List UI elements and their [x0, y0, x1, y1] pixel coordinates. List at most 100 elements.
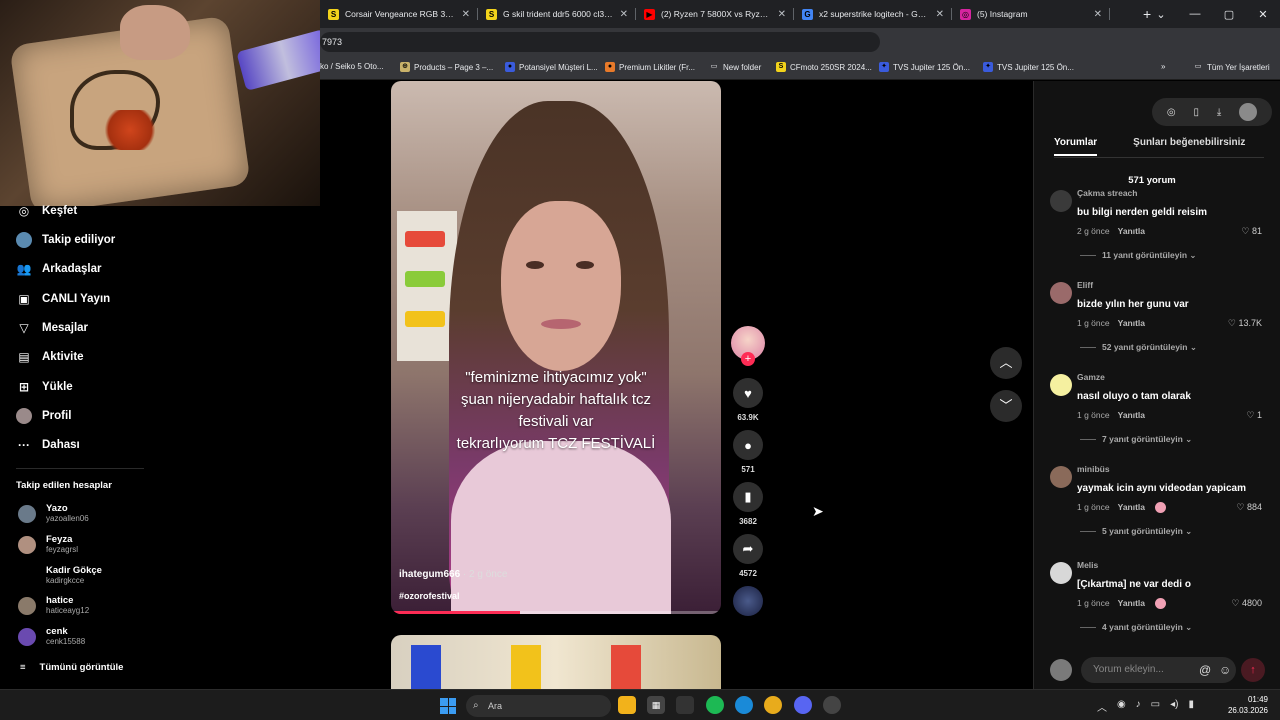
sidebar-item[interactable]: Takip ediliyor [16, 232, 115, 248]
commenter-name[interactable]: Melis [1077, 560, 1098, 570]
commenter-avatar[interactable] [1050, 282, 1072, 304]
phone-icon[interactable]: ▯ [1193, 107, 1199, 118]
video-hashtag[interactable]: #ozorofestival [399, 591, 460, 601]
previous-video-button[interactable]: ︿ [990, 347, 1022, 379]
share-action[interactable]: ➦ 4572 [733, 534, 763, 578]
download-icon[interactable]: ⤓ [1217, 107, 1221, 118]
close-window-button[interactable]: ✕ [1246, 8, 1280, 21]
commenter-name[interactable]: Çakma streach [1077, 188, 1137, 198]
close-tab-icon[interactable]: ✕ [936, 9, 944, 20]
bookmark-item[interactable]: ▭ Tüm Yer İşaretleri [1193, 62, 1270, 72]
discord-icon[interactable] [794, 696, 812, 714]
sidebar-item[interactable]: ▽ Mesajlar [16, 320, 88, 336]
taskbar-search[interactable]: ⌕ Ara [466, 695, 611, 717]
microphone-icon[interactable]: ♪ [1136, 699, 1141, 714]
compass-icon[interactable]: ◎ [1167, 107, 1176, 118]
reply-button[interactable]: Yanıtla [1118, 226, 1145, 236]
bookmark-item[interactable]: ● Potansiyel Müşteri L... [505, 62, 598, 72]
volume-icon[interactable]: ◂) [1170, 699, 1178, 714]
comment-like-button[interactable]: ♡ 1 [1246, 410, 1262, 421]
video-player[interactable]: "feminizme ihtiyacımız yok" şuan nijeryad… [391, 81, 721, 614]
sidebar-item[interactable]: ▤ Aktivite [16, 349, 83, 365]
sidebar-item[interactable]: 👥 Arkadaşlar [16, 261, 102, 277]
followed-account[interactable]: hatice haticeayg12 [18, 595, 89, 616]
commenter-avatar[interactable] [1050, 466, 1072, 488]
browser-tab[interactable]: ◎ (5) Instagram ✕ [952, 0, 1110, 28]
commenter-name[interactable]: Eliff [1077, 280, 1093, 290]
see-all-button[interactable]: ≡ Tümünü görüntüle [20, 662, 123, 673]
mention-icon[interactable]: @ [1199, 657, 1211, 683]
comment-action[interactable]: ● 571 [733, 430, 763, 474]
music-disc-icon[interactable] [733, 586, 763, 616]
close-tab-icon[interactable]: ✕ [462, 9, 470, 20]
comment-like-button[interactable]: ♡ 13.7K [1228, 318, 1262, 329]
commenter-name[interactable]: Gamze [1077, 372, 1105, 382]
save-action[interactable]: ▮ 3682 [733, 482, 763, 526]
tab-search-icon[interactable]: ⌄ [1144, 8, 1178, 21]
file-explorer-icon[interactable] [618, 696, 636, 714]
sidebar-item[interactable]: Profil [16, 408, 71, 424]
clock[interactable]: 01:49 26.03.2026 [1228, 694, 1268, 716]
bookmark-item[interactable]: ● Premium Likitler (Fr... [605, 62, 695, 72]
close-tab-icon[interactable]: ✕ [778, 9, 786, 20]
reply-button[interactable]: Yanıtla [1118, 598, 1145, 608]
comment-like-button[interactable]: ♡ 4800 [1231, 598, 1262, 609]
user-avatar[interactable] [1239, 103, 1258, 121]
comment-input[interactable]: Yorum ekleyin... @ ☺ [1081, 657, 1236, 683]
browser-tab[interactable]: S G skil trident ddr5 6000 cl30 s ✕ [478, 0, 636, 28]
view-replies-button[interactable]: 4 yanıt görüntüleyin ⌄ [1080, 622, 1192, 633]
bookmark-item[interactable]: ✦ TVS Jupiter 125 Ön... [983, 62, 1074, 72]
close-tab-icon[interactable]: ✕ [620, 9, 628, 20]
view-replies-button[interactable]: 52 yanıt görüntüleyin ⌄ [1080, 342, 1197, 353]
followed-account[interactable]: Feyza feyzagrsl [18, 534, 78, 555]
tab-comments[interactable]: Yorumlar [1054, 137, 1098, 156]
followed-account[interactable]: cenk cenk15588 [18, 626, 85, 647]
maximize-button[interactable]: ▢ [1212, 8, 1246, 21]
tab-you-may-like[interactable]: Şunları beğenebilirsiniz [1133, 137, 1245, 156]
sidebar-item[interactable]: ⊞ Yükle [16, 379, 73, 395]
commenter-name[interactable]: minibüs [1077, 464, 1110, 474]
browser-tab[interactable]: ▶ (2) Ryzen 7 5800X vs Ryzen 7 5 ✕ [636, 0, 794, 28]
video-progress-bar[interactable] [391, 611, 721, 614]
next-video-preview[interactable] [391, 635, 721, 695]
bookmark-item[interactable]: ✦ TVS Jupiter 125 Ön... [879, 62, 970, 72]
spotify-icon[interactable] [706, 696, 724, 714]
app-tray-icon[interactable]: ◉ [1117, 699, 1126, 714]
comment-like-button[interactable]: ♡ 884 [1236, 502, 1262, 513]
view-replies-button[interactable]: 5 yanıt görüntüleyin ⌄ [1080, 526, 1192, 537]
reply-button[interactable]: Yanıtla [1118, 318, 1145, 328]
send-button[interactable]: ↑ [1241, 658, 1265, 682]
next-video-button[interactable]: ﹀ [990, 390, 1022, 422]
store-icon[interactable]: ▦ [647, 696, 665, 714]
windows-start-icon[interactable] [440, 698, 456, 714]
sidebar-item[interactable]: ▣ CANLI Yayın [16, 291, 110, 307]
bookmark-item[interactable]: S CFmoto 250SR 2024... [776, 62, 872, 72]
bookmark-item[interactable]: ⊕ Products – Page 3 –... [400, 62, 493, 72]
network-icon[interactable]: ▭ [1151, 699, 1160, 714]
commenter-avatar[interactable] [1050, 374, 1072, 396]
battery-icon[interactable]: ▮ [1188, 699, 1194, 714]
view-replies-button[interactable]: 11 yanıt görüntüleyin ⌄ [1080, 250, 1197, 261]
app-icon[interactable] [823, 696, 841, 714]
bookmark-item[interactable]: ko / Seiko 5 Oto... [320, 62, 384, 71]
edge-icon[interactable] [735, 696, 753, 714]
like-action[interactable]: ♥ 63.9K [733, 378, 763, 422]
emoji-icon[interactable]: ☺ [1219, 657, 1231, 683]
sidebar-item[interactable]: ◎ Keşfet [16, 203, 77, 219]
close-tab-icon[interactable]: ✕ [1094, 9, 1102, 20]
bookmark-item[interactable]: ▭ New folder [709, 62, 761, 72]
chrome-icon[interactable] [764, 696, 782, 714]
follow-plus-icon[interactable]: + [741, 352, 755, 366]
comment-like-button[interactable]: ♡ 81 [1241, 226, 1262, 237]
chevron-up-icon[interactable]: ︿ [1097, 699, 1107, 714]
commenter-avatar[interactable] [1050, 190, 1072, 212]
minimize-button[interactable]: — [1178, 8, 1212, 20]
browser-tab[interactable]: S Corsair Vengeance RGB 32 GB ✕ [320, 0, 478, 28]
browser-tab[interactable]: G x2 superstrike logitech - Googl ✕ [794, 0, 952, 28]
reply-button[interactable]: Yanıtla [1118, 410, 1145, 420]
commenter-avatar[interactable] [1050, 562, 1072, 584]
reply-button[interactable]: Yanıtla [1118, 502, 1145, 512]
video-author[interactable]: ihategum666 · 2 g önce [399, 569, 507, 580]
followed-account[interactable]: Yazo yazoallen06 [18, 503, 89, 524]
url-field[interactable]: 7973 [320, 32, 880, 52]
